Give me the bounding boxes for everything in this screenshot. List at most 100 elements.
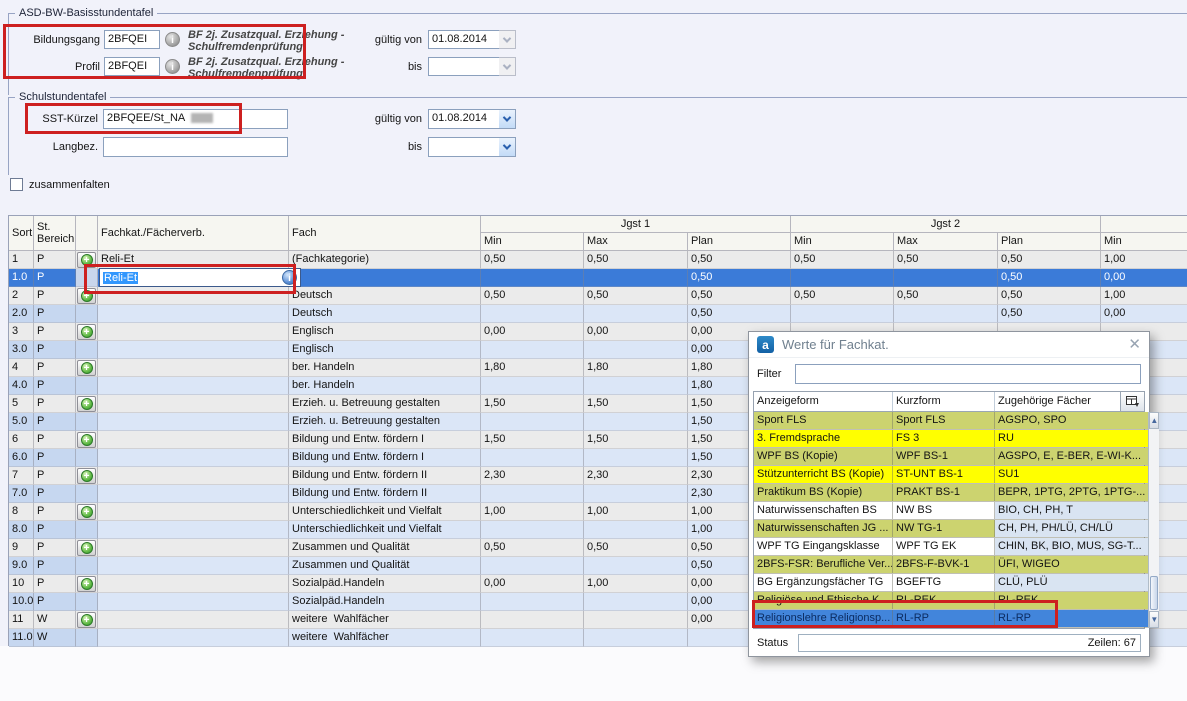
cell-value[interactable] — [584, 269, 688, 287]
cell-kurzform[interactable]: NW TG-1 — [893, 520, 995, 537]
cell-st-bereich[interactable]: P — [34, 449, 76, 467]
sst-gueltig-von-field[interactable]: 01.08.2014 — [428, 109, 500, 129]
cell-fach[interactable]: Deutsch — [289, 287, 481, 305]
cell-anzeigeform[interactable]: Sport FLS — [754, 412, 893, 429]
add-row-button[interactable]: + — [77, 432, 96, 448]
table-row[interactable]: 2.0PDeutsch0,500,500,00 — [9, 305, 1187, 323]
cell-kurzform[interactable]: NW BS — [893, 502, 995, 519]
cell-fachkat[interactable]: Reli-Et — [98, 251, 289, 269]
cell-value[interactable] — [584, 485, 688, 503]
dialog-row[interactable]: Religionslehre Religionsp...RL-RPRL-RP — [754, 610, 1148, 628]
cell-fach[interactable]: Sozialpäd.Handeln — [289, 593, 481, 611]
cell-value[interactable]: 0,50 — [894, 287, 998, 305]
cell-value[interactable] — [481, 449, 584, 467]
cell-kurzform[interactable]: WPF TG EK — [893, 538, 995, 555]
cell-sort[interactable]: 3.0 — [9, 341, 34, 359]
cell-fach[interactable]: weitere Wahlfächer — [289, 611, 481, 629]
cell-value[interactable]: 0,00 — [481, 575, 584, 593]
cell-kurzform[interactable]: FS 3 — [893, 430, 995, 447]
cell-value[interactable]: 0,50 — [481, 287, 584, 305]
cell-value[interactable] — [584, 629, 688, 647]
gueltig-von-field[interactable]: 01.08.2014 — [428, 30, 500, 49]
cell-value[interactable]: 0,50 — [998, 305, 1101, 323]
cell-value[interactable] — [584, 593, 688, 611]
cell-value[interactable]: 0,00 — [481, 323, 584, 341]
cell-kurzform[interactable]: ST-UNT BS-1 — [893, 466, 995, 483]
cell-anzeigeform[interactable]: BG Ergänzungsfächer TG — [754, 574, 893, 591]
cell-fach[interactable]: Bildung und Entw. fördern II — [289, 485, 481, 503]
cell-value[interactable]: 1,50 — [481, 395, 584, 413]
cell-fachkat[interactable] — [98, 377, 289, 395]
cell-st-bereich[interactable]: P — [34, 305, 76, 323]
cell-kurzform[interactable]: 2BFS-F-BVK-1 — [893, 556, 995, 573]
info-icon[interactable]: i — [282, 270, 297, 285]
cell-fachkat[interactable] — [98, 341, 289, 359]
cell-anzeigeform[interactable]: Naturwissenschaften BS — [754, 502, 893, 519]
cell-st-bereich[interactable]: P — [34, 359, 76, 377]
dialog-row[interactable]: Sport FLSSport FLSAGSPO, SPO — [754, 412, 1148, 430]
cell-value[interactable]: 0,50 — [481, 539, 584, 557]
fachkat-editor-input[interactable]: Reli-Eti — [99, 268, 301, 287]
cell-value[interactable]: 1,00 — [1101, 251, 1187, 269]
langbez-field[interactable] — [103, 137, 288, 157]
cell-value[interactable]: 0,50 — [998, 269, 1101, 287]
cell-value[interactable]: 0,50 — [688, 251, 791, 269]
cell-value[interactable]: 2,30 — [481, 467, 584, 485]
cell-anzeigeform[interactable]: Religiöse und Ethische K... — [754, 592, 893, 609]
dialog-row[interactable]: Religiöse und Ethische K...RL-REKRL-REK — [754, 592, 1148, 610]
cell-value[interactable]: 2,30 — [584, 467, 688, 485]
cell-value[interactable]: 0,50 — [688, 305, 791, 323]
cell-fach[interactable]: Erzieh. u. Betreuung gestalten — [289, 413, 481, 431]
cell-value[interactable] — [481, 305, 584, 323]
dialog-row[interactable]: Stützunterricht BS (Kopie)ST-UNT BS-1SU1 — [754, 466, 1148, 484]
cell-st-bereich[interactable]: P — [34, 557, 76, 575]
cell-kurzform[interactable]: RL-RP — [893, 610, 995, 627]
cell-value[interactable] — [481, 611, 584, 629]
cell-st-bereich[interactable]: P — [34, 431, 76, 449]
cell-value[interactable]: 0,50 — [584, 251, 688, 269]
cell-fachkat[interactable] — [98, 521, 289, 539]
column-picker-button[interactable] — [1120, 392, 1144, 411]
cell-value[interactable]: 1,00 — [481, 503, 584, 521]
dialog-row[interactable]: WPF BS (Kopie)WPF BS-1AGSPO, E, E-BER, E… — [754, 448, 1148, 466]
cell-value[interactable] — [791, 305, 894, 323]
cell-fachkat[interactable] — [98, 431, 289, 449]
cell-value[interactable] — [481, 521, 584, 539]
cell-fach[interactable]: Unterschiedlichkeit und Vielfalt — [289, 503, 481, 521]
cell-zugehoerige-faecher[interactable]: CH, PH, PH/LÜ, CH/LÜ — [995, 520, 1148, 537]
cell-sort[interactable]: 1.0 — [9, 269, 34, 287]
cell-fach[interactable]: Erzieh. u. Betreuung gestalten — [289, 395, 481, 413]
cell-value[interactable] — [584, 377, 688, 395]
cell-value[interactable] — [481, 341, 584, 359]
cell-sort[interactable]: 7.0 — [9, 485, 34, 503]
cell-st-bereich[interactable]: P — [34, 377, 76, 395]
cell-fachkat[interactable] — [98, 323, 289, 341]
cell-fachkat[interactable] — [98, 395, 289, 413]
cell-anzeigeform[interactable]: Stützunterricht BS (Kopie) — [754, 466, 893, 483]
cell-zugehoerige-faecher[interactable]: SU1 — [995, 466, 1148, 483]
dialog-row[interactable]: 3. FremdspracheFS 3RU — [754, 430, 1148, 448]
table-row[interactable]: 2P+Deutsch0,500,500,500,500,500,501,00 — [9, 287, 1187, 305]
cell-zugehoerige-faecher[interactable]: BIO, CH, PH, T — [995, 502, 1148, 519]
add-row-button[interactable]: + — [77, 360, 96, 376]
dialog-row[interactable]: Praktikum BS (Kopie)PRAKT BS-1BEPR, 1PTG… — [754, 484, 1148, 502]
cell-fach[interactable]: Englisch — [289, 323, 481, 341]
cell-anzeigeform[interactable]: WPF TG Eingangsklasse — [754, 538, 893, 555]
cell-fach[interactable]: Bildung und Entw. fördern I — [289, 449, 481, 467]
cell-st-bereich[interactable]: P — [34, 269, 76, 287]
add-row-button[interactable]: + — [77, 540, 96, 556]
cell-fachkat[interactable] — [98, 611, 289, 629]
cell-value[interactable]: 1,00 — [584, 503, 688, 521]
add-row-button[interactable]: + — [77, 252, 96, 268]
cell-anzeigeform[interactable]: 2BFS-FSR: Berufliche Ver... — [754, 556, 893, 573]
cell-value[interactable]: 1,00 — [584, 575, 688, 593]
cell-sort[interactable]: 9 — [9, 539, 34, 557]
cell-sort[interactable]: 5.0 — [9, 413, 34, 431]
cell-value[interactable] — [481, 413, 584, 431]
sst-gueltig-von-dropdown[interactable] — [499, 109, 516, 129]
cell-value[interactable]: 1,00 — [1101, 287, 1187, 305]
cell-st-bereich[interactable]: P — [34, 413, 76, 431]
dialog-row[interactable]: Naturwissenschaften BSNW BSBIO, CH, PH, … — [754, 502, 1148, 520]
cell-sort[interactable]: 8.0 — [9, 521, 34, 539]
cell-sort[interactable]: 10.0 — [9, 593, 34, 611]
